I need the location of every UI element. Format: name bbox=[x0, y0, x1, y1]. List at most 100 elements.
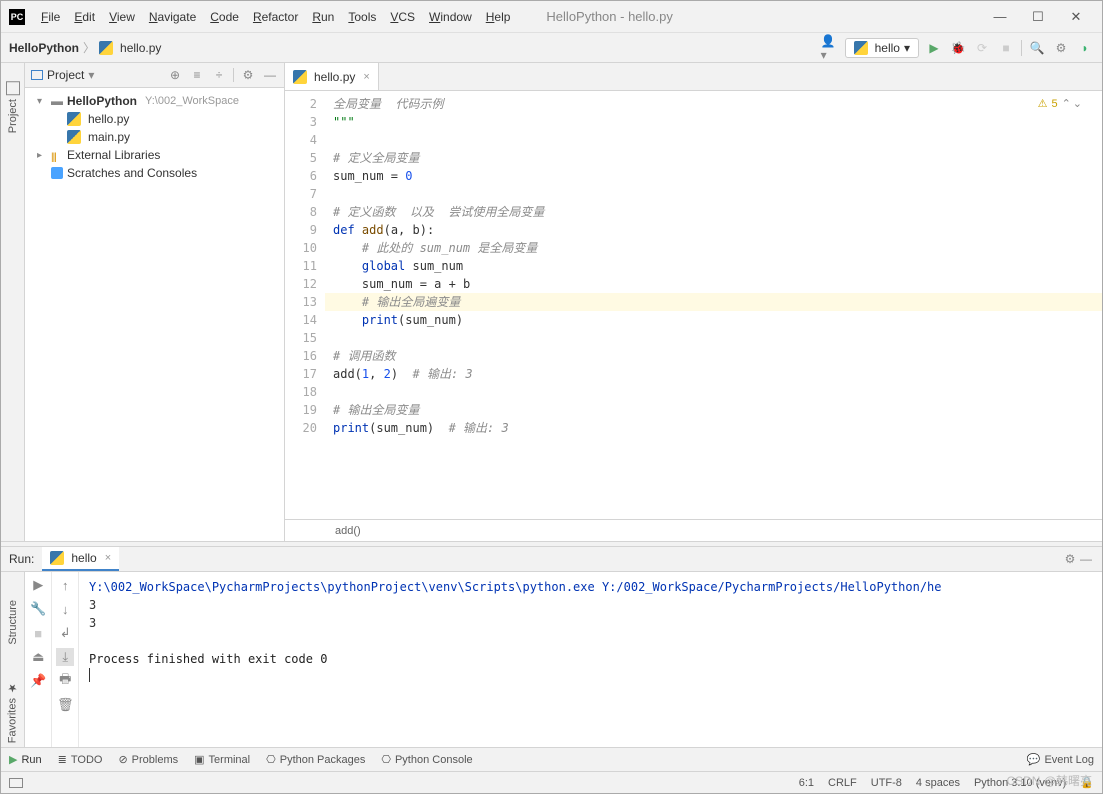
menu-refactor[interactable]: Refactor bbox=[247, 6, 304, 28]
project-tree[interactable]: ▾ ▬ HelloPython Y:\002_WorkSpace hello.p… bbox=[25, 88, 284, 541]
hide-run-icon[interactable]: — bbox=[1078, 551, 1094, 567]
bottom-tab-console[interactable]: ⎔Python Console bbox=[381, 753, 472, 766]
tree-file[interactable]: hello.py bbox=[25, 110, 284, 128]
bottom-tab-run[interactable]: ▶Run bbox=[9, 753, 42, 766]
inspection-badge[interactable]: ⚠ 5 ⌃⌄ bbox=[1038, 97, 1082, 110]
folder-icon: ▬ bbox=[51, 94, 63, 108]
chevron-right-icon[interactable]: ▸ bbox=[37, 150, 47, 161]
chevron-down-icon: ▾ bbox=[904, 41, 910, 55]
caret-position[interactable]: 6:1 bbox=[799, 777, 814, 789]
editor-breadcrumb: add() bbox=[285, 519, 1102, 541]
tree-root[interactable]: ▾ ▬ HelloPython Y:\002_WorkSpace bbox=[25, 92, 284, 110]
navigation-bar: HelloPython 〉 hello.py 👤▾ hello ▾ ▶ 🐞 ⟳ … bbox=[1, 33, 1102, 63]
line-separator[interactable]: CRLF bbox=[828, 777, 857, 789]
python-file-icon bbox=[67, 112, 81, 126]
app-icon: PC bbox=[9, 9, 25, 25]
clear-icon[interactable]: 🗑 bbox=[56, 696, 74, 714]
python-icon bbox=[854, 41, 868, 55]
pin-icon[interactable]: 📌 bbox=[29, 672, 47, 690]
breadcrumb-project[interactable]: HelloPython bbox=[9, 41, 79, 55]
run-config-selector[interactable]: hello ▾ bbox=[845, 38, 919, 58]
breadcrumb-file[interactable]: hello.py bbox=[120, 41, 161, 55]
scratches-icon bbox=[51, 167, 63, 179]
library-icon bbox=[51, 149, 63, 161]
bottom-tab-terminal[interactable]: ▣Terminal bbox=[194, 753, 250, 766]
stop-button[interactable]: ■ bbox=[997, 39, 1015, 57]
left-gutter: Project bbox=[1, 63, 25, 541]
run-button[interactable]: ▶ bbox=[925, 39, 943, 57]
minimize-button[interactable]: — bbox=[982, 5, 1018, 29]
print-icon[interactable]: 🖶 bbox=[56, 672, 74, 690]
tree-file[interactable]: main.py bbox=[25, 128, 284, 146]
menu-tools[interactable]: Tools bbox=[342, 6, 382, 28]
sidebar-tab-project[interactable]: Project bbox=[4, 73, 22, 141]
console-output[interactable]: Y:\002_WorkSpace\PycharmProjects\pythonP… bbox=[79, 572, 1102, 751]
next-warning-icon[interactable]: ⌄ bbox=[1073, 97, 1082, 110]
soft-wrap-icon[interactable]: ↲ bbox=[56, 624, 74, 642]
menu-edit[interactable]: Edit bbox=[68, 6, 101, 28]
sidebar-tab-structure[interactable]: Structure bbox=[5, 592, 21, 653]
editor: hello.py × 23456789101112131415161718192… bbox=[285, 63, 1102, 541]
stop-run-icon[interactable]: ■ bbox=[29, 624, 47, 642]
hide-panel-icon[interactable]: — bbox=[262, 67, 278, 83]
line-gutter: 234567891011121314151617181920 bbox=[285, 91, 325, 519]
expand-all-icon[interactable]: ≡ bbox=[189, 67, 205, 83]
scroll-end-icon[interactable]: ⤓ bbox=[56, 648, 74, 666]
debug-button[interactable]: 🐞 bbox=[949, 39, 967, 57]
warning-icon: ⚠ bbox=[1038, 97, 1048, 110]
window-title: HelloPython - hello.py bbox=[546, 9, 672, 24]
wrench-icon[interactable]: 🔧 bbox=[29, 600, 47, 618]
close-button[interactable]: ✕ bbox=[1058, 5, 1094, 29]
menu-view[interactable]: View bbox=[103, 6, 141, 28]
breadcrumb[interactable]: HelloPython 〉 hello.py bbox=[9, 39, 161, 56]
bottom-tab-eventlog[interactable]: 💬Event Log bbox=[1027, 753, 1094, 766]
run-settings-icon[interactable]: ⚙ bbox=[1062, 551, 1078, 567]
bottom-tool-tabs: ▶Run ≣TODO ⊘Problems ▣Terminal ⎔Python P… bbox=[1, 747, 1102, 771]
bottom-tab-problems[interactable]: ⊘Problems bbox=[118, 753, 178, 766]
rerun-icon[interactable]: ▶ bbox=[29, 576, 47, 594]
editor-tab-hello[interactable]: hello.py × bbox=[285, 63, 379, 90]
search-icon[interactable]: 🔍 bbox=[1028, 39, 1046, 57]
coverage-button[interactable]: ⟳ bbox=[973, 39, 991, 57]
python-file-icon bbox=[67, 130, 81, 144]
run-label: Run: bbox=[9, 552, 34, 566]
tree-external-libs[interactable]: ▸ External Libraries bbox=[25, 146, 284, 164]
run-tab[interactable]: hello × bbox=[42, 547, 119, 571]
watermark: CSDN @韩曙亮 bbox=[1006, 772, 1092, 789]
close-tab-icon[interactable]: × bbox=[363, 71, 369, 83]
down-icon[interactable]: ↓ bbox=[56, 600, 74, 618]
up-icon[interactable]: ↑ bbox=[56, 576, 74, 594]
bottom-tab-todo[interactable]: ≣TODO bbox=[58, 753, 103, 766]
project-tool-window: Project ▾ ⊕ ≡ ÷ ⚙ — ▾ ▬ HelloPython Y:\0… bbox=[25, 63, 285, 541]
exit-icon[interactable]: ⏏ bbox=[29, 648, 47, 666]
user-icon[interactable]: 👤▾ bbox=[821, 39, 839, 57]
chevron-down-icon[interactable]: ▾ bbox=[37, 96, 47, 107]
tool-window-toggle-icon[interactable] bbox=[9, 778, 23, 788]
prev-warning-icon[interactable]: ⌃ bbox=[1062, 97, 1071, 110]
panel-settings-icon[interactable]: ⚙ bbox=[240, 67, 256, 83]
sidebar-tab-favorites[interactable]: Favorites ★ bbox=[4, 673, 21, 751]
file-encoding[interactable]: UTF-8 bbox=[871, 777, 902, 789]
bottom-tab-packages[interactable]: ⎔Python Packages bbox=[266, 753, 365, 766]
menu-window[interactable]: Window bbox=[423, 6, 478, 28]
tree-scratches[interactable]: ▸ Scratches and Consoles bbox=[25, 164, 284, 182]
titlebar: PC FileEditViewNavigateCodeRefactorRunTo… bbox=[1, 1, 1102, 33]
settings-icon[interactable]: ⚙ bbox=[1052, 39, 1070, 57]
menu-vcs[interactable]: VCS bbox=[384, 6, 421, 28]
code-area[interactable]: 全局变量 代码示例""" # 定义全局变量sum_num = 0 # 定义函数 … bbox=[325, 91, 1102, 519]
python-file-icon bbox=[99, 41, 113, 55]
close-run-tab-icon[interactable]: × bbox=[105, 552, 111, 564]
menu-run[interactable]: Run bbox=[306, 6, 340, 28]
indent-setting[interactable]: 4 spaces bbox=[916, 777, 960, 789]
collapse-all-icon[interactable]: ÷ bbox=[211, 67, 227, 83]
menu-help[interactable]: Help bbox=[480, 6, 517, 28]
python-file-icon bbox=[293, 70, 307, 84]
select-opened-file-icon[interactable]: ⊕ bbox=[167, 67, 183, 83]
menu-code[interactable]: Code bbox=[204, 6, 245, 28]
toolbox-icon[interactable]: ◗ bbox=[1076, 39, 1094, 57]
menu-navigate[interactable]: Navigate bbox=[143, 6, 202, 28]
maximize-button[interactable]: ☐ bbox=[1020, 5, 1056, 29]
project-panel-title[interactable]: Project ▾ bbox=[31, 68, 94, 82]
run-tool-window: Run: hello × ⚙ — Structure Favorites ★ ▶… bbox=[1, 547, 1102, 747]
menu-file[interactable]: File bbox=[35, 6, 66, 28]
